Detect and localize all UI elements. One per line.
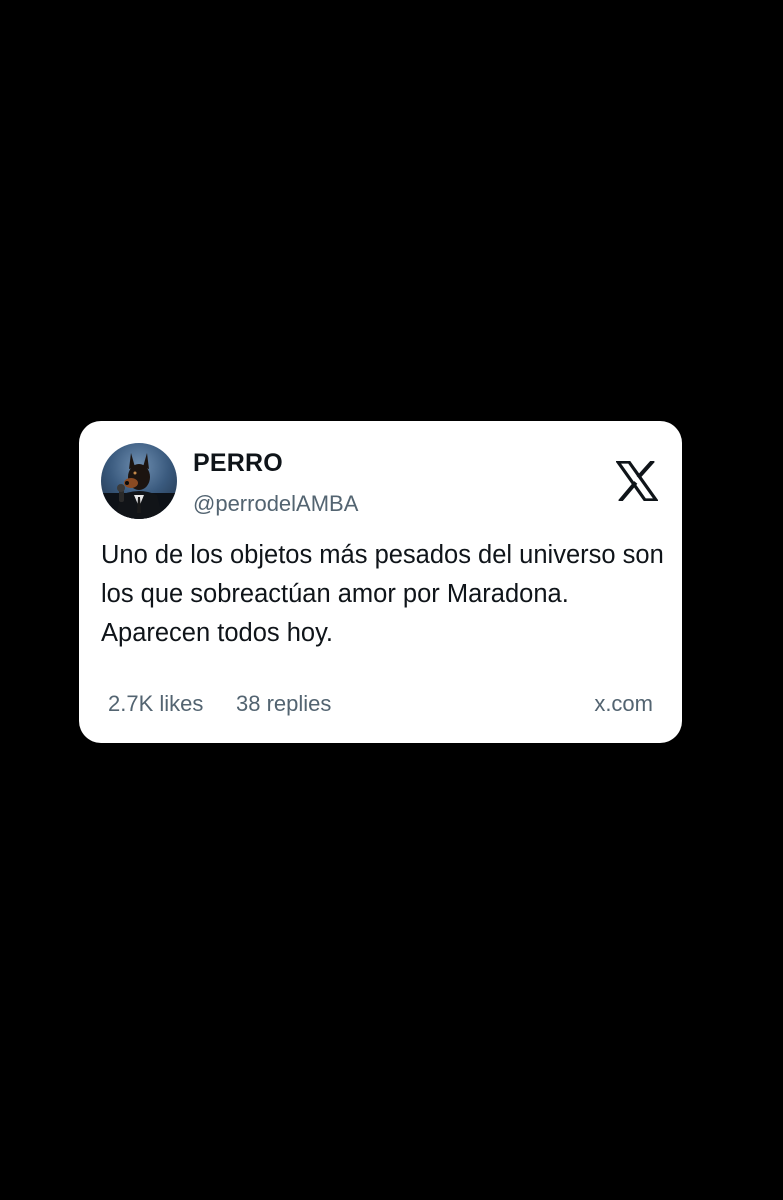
replies-count[interactable]: 38 replies [236, 691, 331, 717]
doberman-avatar-icon [101, 453, 177, 519]
tweet-text: Uno de los objetos más pesados del unive… [101, 541, 664, 647]
x-logo-icon[interactable] [614, 459, 660, 503]
source-link[interactable]: x.com [594, 691, 653, 717]
display-name[interactable]: PERRO [193, 449, 283, 478]
user-handle[interactable]: @perrodelAMBA [193, 491, 358, 517]
avatar[interactable] [101, 443, 177, 519]
tweet-card[interactable]: PERRO @perrodelAMBA Uno de los objetos m… [79, 421, 682, 743]
tweet-footer: 2.7K likes 38 replies x.com [108, 691, 653, 721]
likes-count[interactable]: 2.7K likes [108, 691, 203, 717]
